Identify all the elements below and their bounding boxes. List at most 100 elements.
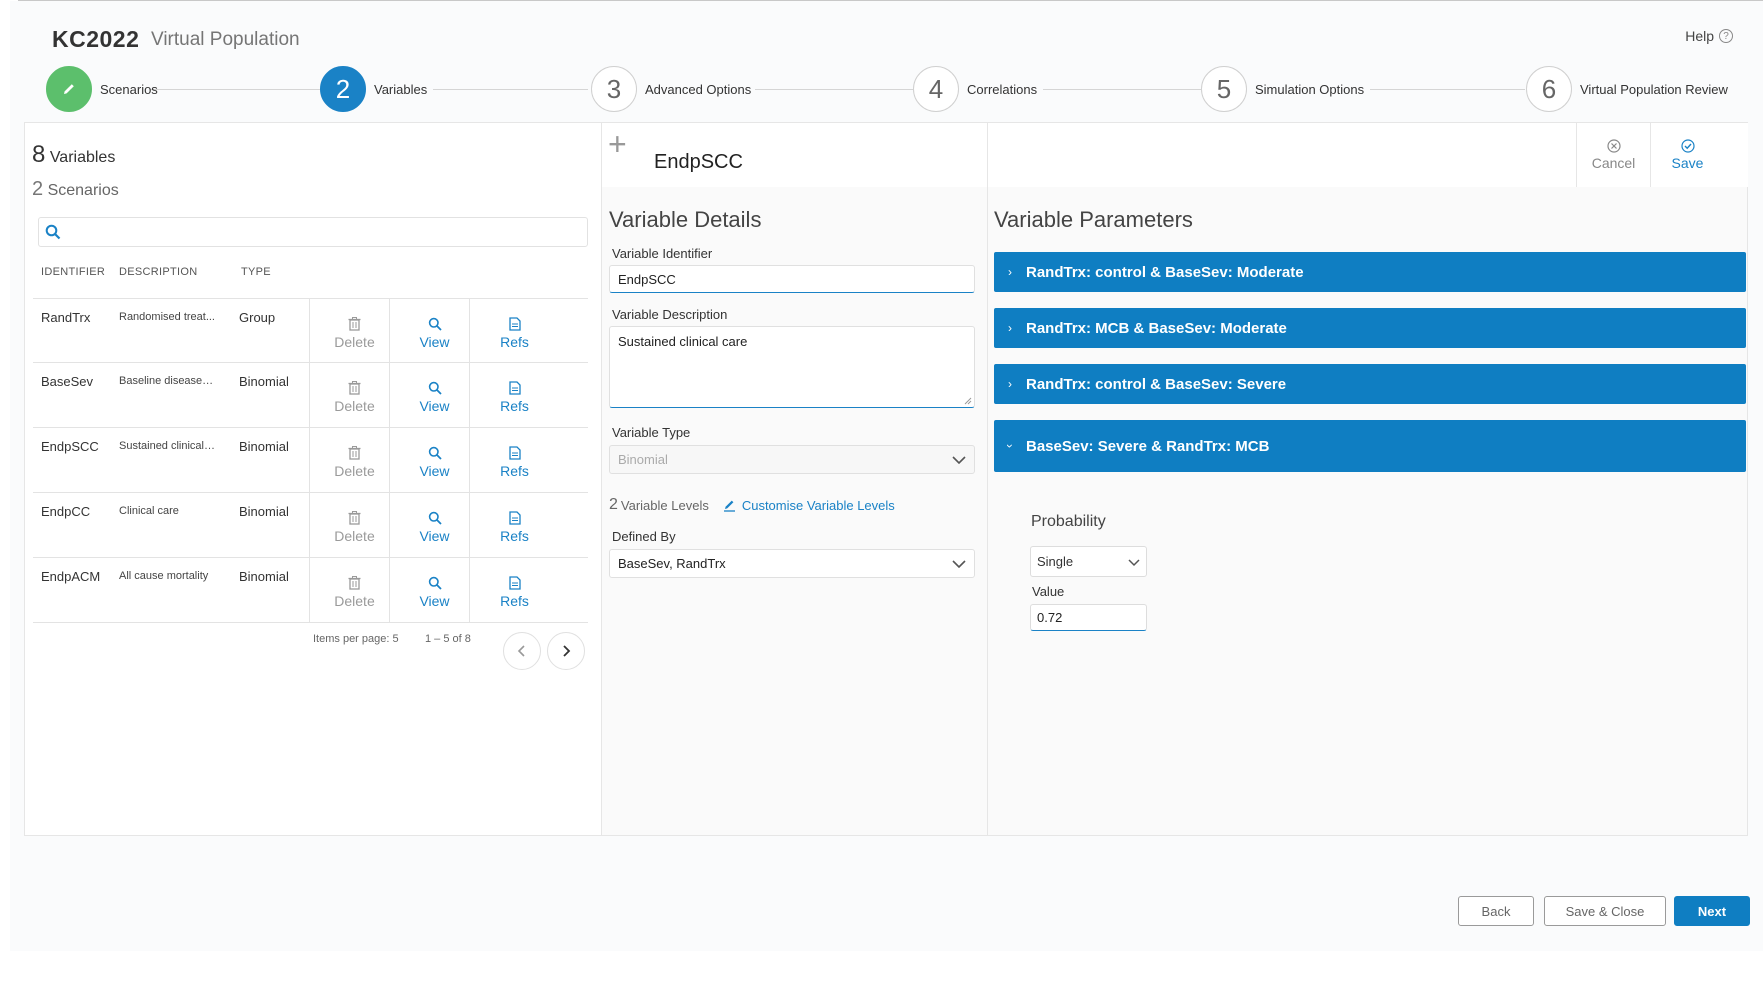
identifier-input[interactable]	[609, 265, 975, 293]
next-page-button[interactable]	[547, 632, 585, 670]
parameters-header: Cancel Save	[988, 123, 1748, 187]
pencil-icon	[46, 66, 92, 112]
table-row[interactable]: BaseSev Baseline disease s... Binomial D…	[33, 363, 588, 428]
step-label: Virtual Population Review	[1580, 81, 1728, 97]
delete-button[interactable]: Delete	[309, 493, 399, 557]
delete-button[interactable]: Delete	[309, 558, 399, 622]
step-label: Simulation Options	[1255, 81, 1365, 97]
search-icon	[428, 576, 442, 590]
wizard-stepper: Scenarios 2 Variables 3 Advanced Options…	[0, 66, 1763, 112]
save-and-close-button[interactable]: Save & Close	[1544, 896, 1666, 926]
trash-icon	[348, 510, 361, 525]
step-virtual-population-review[interactable]: 6 Virtual Population Review	[1526, 66, 1728, 112]
parameter-panel-title: RandTrx: control & BaseSev: Severe	[1026, 375, 1287, 393]
help-link[interactable]: Help ?	[1685, 28, 1733, 44]
parameter-panel-title: RandTrx: MCB & BaseSev: Moderate	[1026, 319, 1287, 337]
refs-label: Refs	[500, 592, 529, 609]
trash-icon	[348, 575, 361, 590]
close-circle-icon	[1606, 139, 1621, 153]
delete-button[interactable]: Delete	[309, 428, 399, 492]
scenarios-count: 2 Scenarios	[32, 178, 119, 200]
step-connector	[755, 89, 913, 90]
parameter-panel-header[interactable]: › RandTrx: MCB & BaseSev: Moderate	[994, 308, 1746, 348]
column-header-description[interactable]: DESCRIPTION	[119, 266, 197, 278]
parameter-panel-header[interactable]: › RandTrx: control & BaseSev: Moderate	[994, 252, 1746, 292]
customise-levels-link[interactable]: Customise Variable Levels	[723, 498, 895, 513]
description-textarea[interactable]: Sustained clinical care	[609, 326, 975, 408]
refs-button[interactable]: Refs	[469, 493, 559, 557]
refs-label: Refs	[500, 397, 529, 414]
check-circle-icon	[1680, 139, 1695, 153]
trash-icon	[348, 380, 361, 395]
variable-parameters-panel: Cancel Save Variable Parameters › RandTr…	[987, 123, 1748, 835]
view-label: View	[419, 592, 450, 609]
variables-table: RandTrx Randomised treat... Group Delete…	[33, 298, 588, 623]
delete-button[interactable]: Delete	[309, 363, 399, 427]
resize-handle-icon	[964, 397, 972, 405]
step-label: Advanced Options	[645, 81, 752, 97]
search-icon	[428, 381, 442, 395]
type-value: Binomial	[618, 452, 668, 467]
step-number: 3	[591, 66, 637, 112]
refs-button[interactable]: Refs	[469, 363, 559, 427]
refs-button[interactable]: Refs	[469, 428, 559, 492]
view-label: View	[419, 527, 450, 544]
table-row[interactable]: EndpSCC Sustained clinical ... Binomial …	[33, 428, 588, 493]
defined-by-select[interactable]: BaseSev, RandTrx	[609, 549, 975, 578]
chevron-down-icon	[952, 559, 966, 568]
page-range: 1 – 5 of 8	[425, 633, 471, 645]
previous-page-button[interactable]	[503, 632, 541, 670]
view-button[interactable]: View	[389, 428, 479, 492]
step-correlations[interactable]: 4 Correlations	[913, 66, 1037, 112]
view-button[interactable]: View	[389, 493, 479, 557]
view-button[interactable]: View	[389, 363, 479, 427]
description-value: Sustained clinical care	[618, 334, 748, 349]
step-number: 6	[1526, 66, 1572, 112]
next-button[interactable]: Next	[1674, 896, 1750, 926]
step-advanced-options[interactable]: 3 Advanced Options	[591, 66, 751, 112]
refs-button[interactable]: Refs	[469, 299, 559, 363]
plus-icon[interactable]: +	[608, 128, 627, 160]
parameter-panel-title: RandTrx: control & BaseSev: Moderate	[1026, 263, 1304, 281]
refs-label: Refs	[500, 527, 529, 544]
type-select[interactable]: Binomial	[609, 445, 975, 474]
back-button[interactable]: Back	[1458, 896, 1534, 926]
chevron-down-icon	[1128, 559, 1140, 567]
step-label: Correlations	[967, 81, 1038, 97]
view-button[interactable]: View	[389, 558, 479, 622]
variables-panel: 8 Variables 2 Scenarios IDENTIFIER DESCR…	[25, 123, 602, 835]
document-icon	[508, 445, 521, 460]
column-header-identifier[interactable]: IDENTIFIER	[41, 266, 105, 278]
table-row[interactable]: EndpCC Clinical care Binomial Delete Vie…	[33, 493, 588, 558]
cell-identifier: BaseSev	[41, 374, 94, 389]
step-variables[interactable]: 2 Variables	[320, 66, 427, 112]
chevron-right-icon: ›	[1008, 321, 1012, 335]
search-input[interactable]	[67, 219, 587, 245]
probability-value-input[interactable]	[1030, 604, 1147, 631]
cell-description: Baseline disease s...	[119, 375, 215, 387]
variables-search[interactable]	[38, 217, 588, 247]
chevron-right-icon: ›	[1008, 377, 1012, 391]
variable-header: + EndpSCC	[602, 123, 987, 187]
app-brand: KC2022	[52, 26, 140, 52]
parameter-panel-header-expanded[interactable]: › BaseSev: Severe & RandTrx: MCB	[994, 420, 1746, 472]
view-button[interactable]: View	[389, 299, 479, 363]
step-simulation-options[interactable]: 5 Simulation Options	[1201, 66, 1364, 112]
cancel-button[interactable]: Cancel	[1576, 123, 1650, 187]
table-row[interactable]: EndpACM All cause mortality Binomial Del…	[33, 558, 588, 623]
column-header-type[interactable]: TYPE	[241, 266, 271, 278]
view-label: View	[419, 462, 450, 479]
refs-button[interactable]: Refs	[469, 558, 559, 622]
view-label: View	[419, 333, 450, 350]
parameter-panel-header[interactable]: › RandTrx: control & BaseSev: Severe	[994, 364, 1746, 404]
step-scenarios[interactable]: Scenarios	[46, 66, 158, 112]
search-icon	[45, 224, 61, 240]
save-label: Save	[1671, 155, 1704, 171]
variable-details-panel: + EndpSCC Variable Details Variable Iden…	[602, 123, 987, 835]
trash-icon	[348, 316, 361, 331]
items-per-page[interactable]: Items per page: 5	[313, 633, 399, 645]
probability-mode-select[interactable]: Single	[1030, 546, 1147, 577]
table-row[interactable]: RandTrx Randomised treat... Group Delete…	[33, 298, 588, 363]
save-button[interactable]: Save	[1650, 123, 1724, 187]
delete-button[interactable]: Delete	[309, 299, 399, 363]
